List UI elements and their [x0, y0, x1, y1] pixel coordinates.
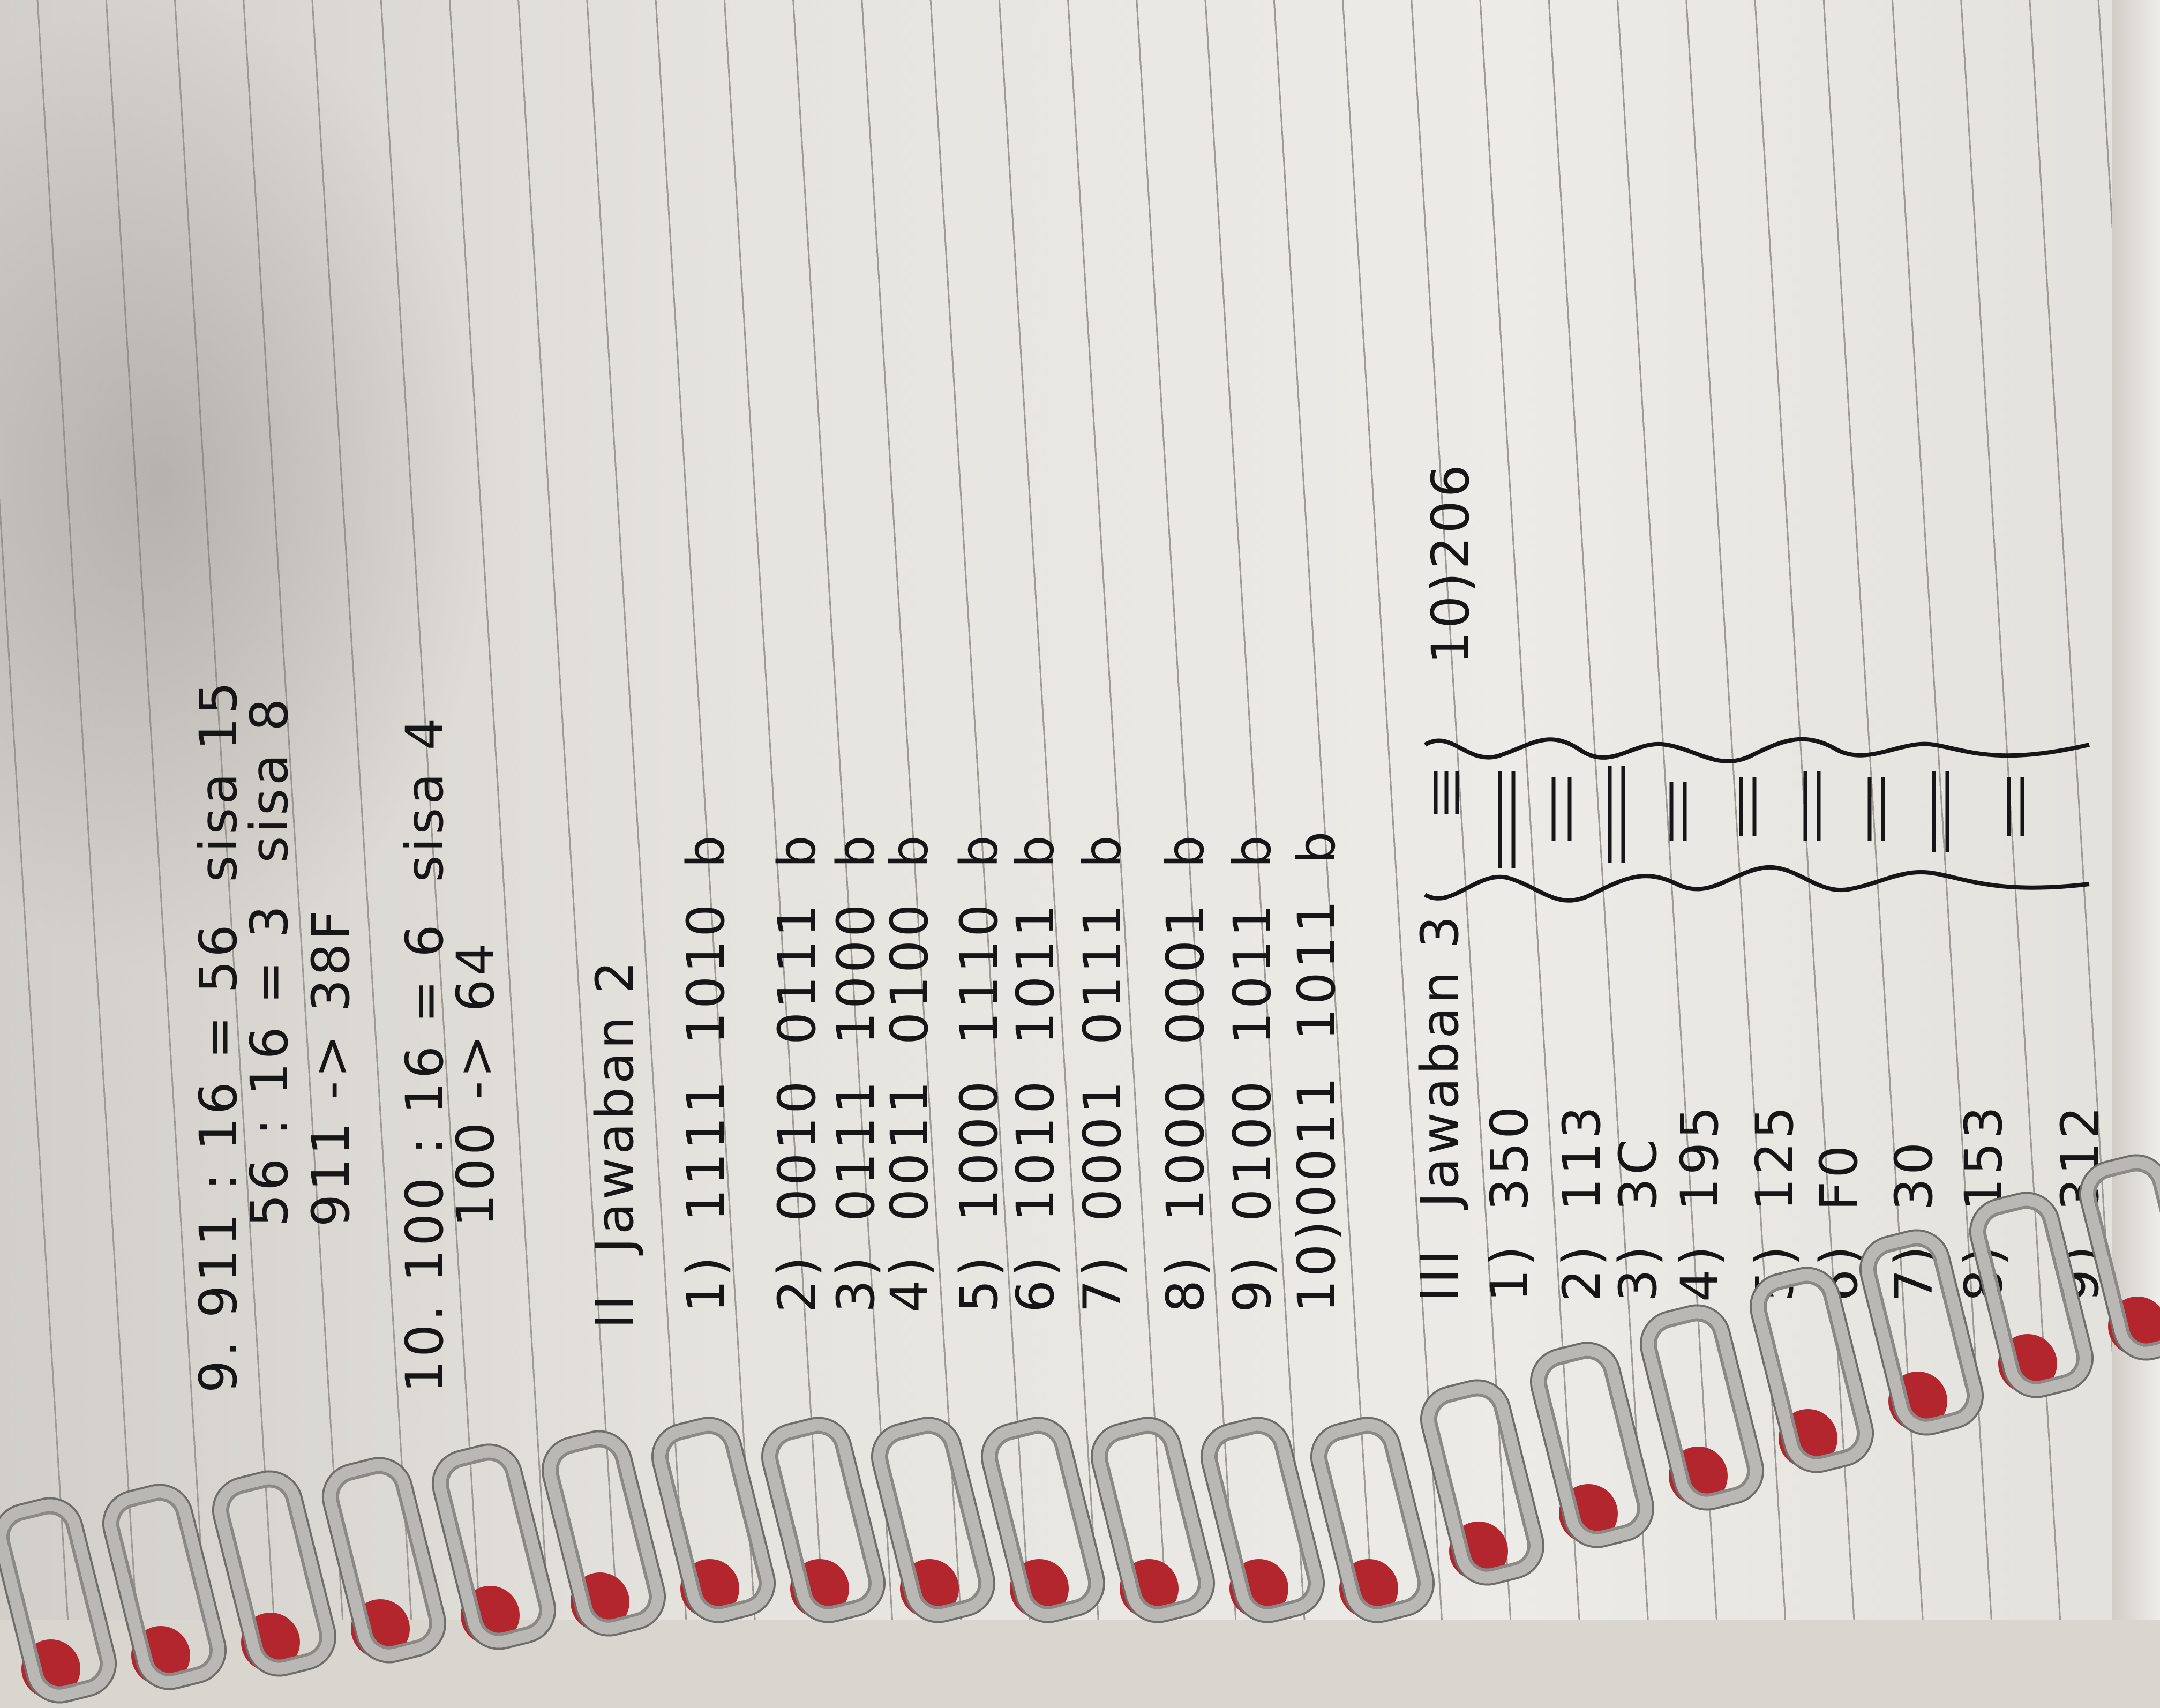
binary-high-nibble: 1000	[1156, 1077, 1216, 1222]
answer-value: 113	[1552, 1103, 1612, 1211]
binary-suffix: b	[767, 832, 827, 868]
answer-value: 3C	[1608, 1135, 1668, 1211]
binary-high-nibble: 1010	[1006, 1077, 1066, 1222]
problem-10-line-2: 100 -> 64	[446, 940, 506, 1227]
binary-answer-row: 4) 0011 0100 b	[880, 832, 940, 1313]
row-number: 1)	[1480, 1242, 1540, 1302]
binary-low-nibble: 0111	[1072, 901, 1132, 1045]
answer-value: 350	[1480, 1103, 1540, 1211]
problem-9-line-3: 911 -> 38F	[301, 907, 361, 1227]
binary-answer-row: 9) 0100 1011 b	[1222, 832, 1282, 1313]
binary-high-nibble: 0011	[880, 1077, 940, 1222]
answer-value: 30	[1884, 1138, 1944, 1211]
binary-answer-row: 5) 1000 1110 b	[949, 832, 1009, 1313]
binary-low-nibble: 0111	[767, 901, 827, 1045]
row-number: 4)	[1670, 1242, 1730, 1302]
page-edge	[2112, 0, 2160, 1620]
row-number: 5)	[949, 1253, 1009, 1313]
binary-low-nibble: 0100	[880, 901, 940, 1045]
decorative-wavy-border	[1423, 737, 2090, 903]
binary-suffix: b	[1156, 832, 1216, 868]
answer-value: 125	[1745, 1103, 1805, 1211]
binary-high-nibble: 0001	[1072, 1077, 1132, 1222]
binary-answer-row: 3) 0111 1000 b	[826, 832, 886, 1313]
binary-suffix: b	[880, 832, 940, 868]
binary-low-nibble: 1110	[949, 901, 1009, 1045]
row-number: 6)	[1006, 1253, 1066, 1313]
binary-high-nibble: 0100	[1222, 1077, 1282, 1222]
binary-high-nibble: 1000	[949, 1077, 1009, 1222]
binary-high-nibble: 1111	[676, 1077, 736, 1222]
row-number: 10)	[1287, 1217, 1347, 1313]
binary-suffix: b	[1287, 828, 1347, 864]
row-number: 2)	[767, 1253, 827, 1313]
problem-9-line-2: 56 : 16 = 3 sisa 8	[239, 695, 299, 1227]
binary-suffix: b	[949, 832, 1009, 868]
binary-answer-row: 6) 1010 1011 b	[1006, 832, 1066, 1313]
binary-low-nibble: 1011	[1006, 901, 1066, 1045]
binary-answer-row: 2) 0010 0111 b	[767, 832, 827, 1313]
binary-suffix: b	[826, 832, 886, 868]
binary-low-nibble: 1010	[676, 901, 736, 1045]
binary-high-nibble: 0011	[1287, 1074, 1347, 1218]
answer-value: 206	[1421, 461, 1481, 570]
section-3-heading: III Jawaban 3	[1410, 912, 1470, 1302]
row-number: 7)	[1072, 1253, 1132, 1313]
binary-suffix: b	[1006, 832, 1066, 868]
answer-value: F0	[1809, 1142, 1869, 1211]
problem-10-line-1: 10. 100 : 16 = 6 sisa 4	[395, 714, 455, 1393]
row-number: 9)	[1222, 1253, 1282, 1313]
binary-low-nibble: 0001	[1156, 901, 1216, 1045]
row-number: 3)	[1608, 1242, 1668, 1302]
binary-suffix: b	[1072, 832, 1132, 868]
conversion-answer-row: 4) 195	[1670, 1103, 1730, 1302]
binary-answer-row: 10)0011 1011 b	[1287, 828, 1347, 1313]
binary-answer-row: 1) 1111 1010 b	[676, 832, 736, 1313]
row-number: 2)	[1552, 1242, 1612, 1302]
binary-suffix: b	[1222, 832, 1282, 868]
row-number: 4)	[880, 1253, 940, 1313]
binary-answer-row: 7) 0001 0111 b	[1072, 832, 1132, 1313]
conversion-answer-row: 10)206	[1421, 461, 1481, 664]
row-number: 1)	[676, 1253, 736, 1313]
binary-low-nibble: 1011	[1287, 897, 1347, 1041]
row-number: 3)	[826, 1253, 886, 1313]
binary-low-nibble: 1000	[826, 901, 886, 1045]
binary-answer-row: 8) 1000 0001 b	[1156, 832, 1216, 1313]
row-number: 10)	[1421, 569, 1481, 664]
section-2-heading: II Jawaban 2	[585, 957, 645, 1329]
problem-9-line-1: 9. 911 : 16 = 56 sisa 15	[189, 678, 249, 1393]
conversion-answer-row: 3) 3C	[1608, 1136, 1668, 1302]
answer-value: 195	[1670, 1103, 1730, 1211]
binary-high-nibble: 0111	[826, 1077, 886, 1222]
row-number: 8)	[1156, 1253, 1216, 1313]
binary-high-nibble: 0010	[767, 1077, 827, 1222]
binary-suffix: b	[676, 832, 736, 868]
binary-low-nibble: 1011	[1222, 901, 1282, 1045]
conversion-answer-row: 2) 113	[1552, 1103, 1612, 1302]
answer-value: 153	[1954, 1103, 2014, 1211]
conversion-answer-row: 1) 350	[1480, 1103, 1540, 1302]
